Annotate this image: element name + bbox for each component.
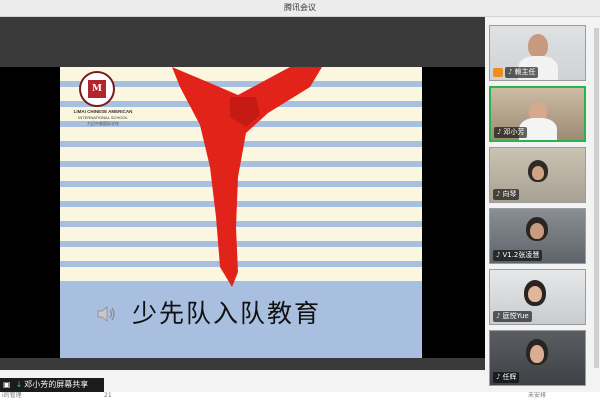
participant-name-tag: ♪ 邓小芳 <box>494 127 528 138</box>
mic-icon: ♪ <box>496 312 501 320</box>
slide-viewport: M LIMAI CHINESE AMERICAN INTERNATIONAL S… <box>0 67 485 358</box>
window-titlebar: 腾讯会议 <box>0 0 600 17</box>
participant-name: 庭悦Yue <box>502 312 529 320</box>
mic-icon: ♪ <box>496 373 501 381</box>
participant-tile[interactable]: ♪ 向琴 <box>489 147 586 203</box>
participant-name: 邓小芳 <box>503 128 525 136</box>
logo-chinese-name: 力迈中美国际学校 <box>87 121 119 126</box>
participant-name: 赖主任 <box>514 68 536 76</box>
share-status-text: 邓小芳的屏幕共享 <box>24 380 89 389</box>
scrollbar-thumb[interactable] <box>594 28 599 368</box>
participant-name: 向琴 <box>502 190 517 198</box>
slide-title: 少先队入队教育 <box>132 299 322 328</box>
screen-share-indicator[interactable]: ▣ ↓ 邓小芳的屏幕共享 <box>0 378 104 392</box>
participant-tile[interactable]: ♪ 任辉 <box>489 330 586 386</box>
participant-tile[interactable]: ♪ 庭悦Yue <box>489 269 586 325</box>
participant-name: 任辉 <box>502 373 517 381</box>
speaker-icon[interactable] <box>95 303 117 325</box>
mic-icon: ♪ <box>508 68 513 76</box>
footer-mid-text: 21 <box>104 392 112 399</box>
mic-icon: ♪ <box>496 251 501 259</box>
mic-icon: ♪ <box>496 190 501 198</box>
presentation-slide: M LIMAI CHINESE AMERICAN INTERNATIONAL S… <box>60 67 422 358</box>
footer-right-text: 未安排 <box>528 392 547 399</box>
participant-name: V1.2张凌慧 <box>502 251 540 259</box>
school-seal-icon: M <box>79 71 115 107</box>
window-title: 腾讯会议 <box>284 3 316 12</box>
participant-tile[interactable]: ♪ V1.2张凌慧 <box>489 208 586 264</box>
participant-name-tag: ♪ 庭悦Yue <box>493 311 532 322</box>
participant-name-tag: ♪ 向琴 <box>493 189 520 200</box>
screen-share-icon: ▣ <box>3 380 11 389</box>
logo-english-line2: INTERNATIONAL SCHOOL <box>78 115 128 120</box>
shared-screen-area: M LIMAI CHINESE AMERICAN INTERNATIONAL S… <box>0 17 485 370</box>
mic-icon: ♪ <box>497 128 502 136</box>
school-logo: M LIMAI CHINESE AMERICAN INTERNATIONAL S… <box>68 71 134 137</box>
footer-left-text: i的管理 <box>2 392 22 399</box>
participant-name-tag: ♪ 赖主任 <box>505 67 539 78</box>
logo-english-line1: LIMAI CHINESE AMERICAN <box>73 109 133 114</box>
footer-strip: i的管理 21 未安排 <box>0 392 600 400</box>
participant-tile-active[interactable]: ♪ 邓小芳 <box>489 86 586 142</box>
participant-name-tag: ♪ 任辉 <box>493 372 520 383</box>
participant-tile[interactable]: ♪ 赖主任 <box>489 25 586 81</box>
warning-badge-icon <box>493 68 503 77</box>
participant-name-tag: ♪ V1.2张凌慧 <box>493 250 543 261</box>
download-arrow-icon: ↓ <box>15 380 23 389</box>
participant-scrollbar[interactable] <box>594 28 599 368</box>
